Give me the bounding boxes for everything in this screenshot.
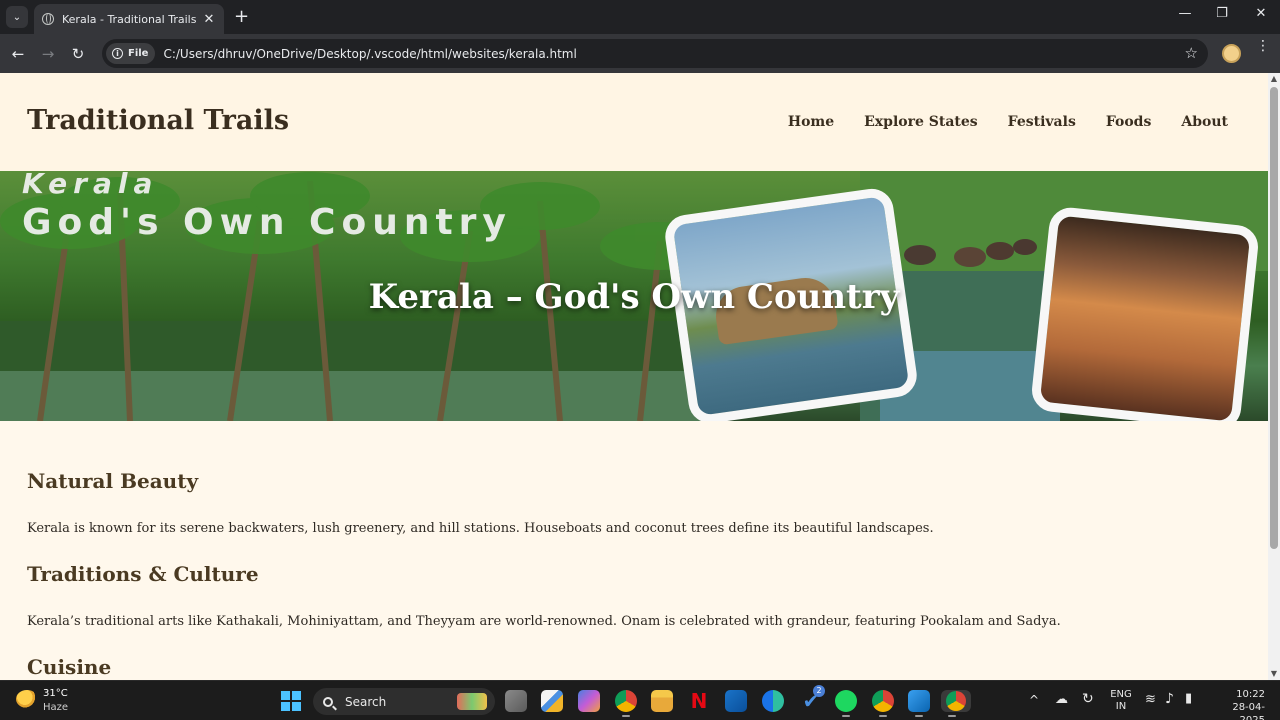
nav-explore-states[interactable]: Explore States <box>864 114 978 130</box>
site-header: Traditional Trails Home Explore States F… <box>0 73 1268 171</box>
nav-foods[interactable]: Foods <box>1106 114 1152 130</box>
spotify-icon[interactable] <box>835 690 857 717</box>
todo-badge: 2 <box>813 685 825 697</box>
section-heading-traditions: Traditions & Culture <box>27 562 259 586</box>
battery-icon[interactable]: ▮ <box>1185 691 1192 706</box>
chrome-icon[interactable] <box>615 690 637 717</box>
edge-icon[interactable] <box>762 690 784 712</box>
section-heading-cuisine: Cuisine <box>27 655 112 679</box>
hero-banner: Kerala God's Own Country Kerala – God's … <box>0 171 1268 421</box>
tab-search-icon[interactable]: ⌄ <box>6 6 28 28</box>
windows-taskbar: 31°C Haze Search N ✔ 2 ^ ☁ ↻ ENG IN ≋ ♪ ▮… <box>0 680 1280 720</box>
new-tab-button[interactable]: + <box>234 7 249 27</box>
system-clock[interactable]: 10:22 28-04-2025 <box>1208 688 1265 720</box>
elephants-illustration <box>904 239 1037 267</box>
browser-menu-icon[interactable]: ⋮ <box>1256 39 1270 53</box>
nav-festivals[interactable]: Festivals <box>1008 114 1076 130</box>
clock-time: 10:22 <box>1236 689 1265 700</box>
tray-overflow-chevron-icon[interactable]: ^ <box>1029 693 1039 707</box>
taskbar-search[interactable]: Search <box>313 688 495 715</box>
page-viewport: Traditional Trails Home Explore States F… <box>0 73 1268 680</box>
search-label: Search <box>345 694 387 709</box>
outlook-icon[interactable] <box>725 690 747 712</box>
language-code: ENG <box>1110 689 1132 700</box>
profile-avatar[interactable] <box>1222 44 1241 63</box>
scroll-thumb[interactable] <box>1270 87 1278 549</box>
nav-about[interactable]: About <box>1181 114 1228 130</box>
banner-line-2: God's Own Country <box>22 202 512 243</box>
refresh-tray-icon[interactable]: ↻ <box>1082 691 1094 707</box>
vscode-icon[interactable] <box>908 690 930 717</box>
hero-title: Kerala – God's Own Country <box>368 277 900 317</box>
file-explorer-icon[interactable] <box>651 690 673 712</box>
todo-icon[interactable]: ✔ 2 <box>800 685 825 712</box>
nav-home[interactable]: Home <box>788 114 834 130</box>
volume-icon[interactable]: ♪ <box>1165 691 1174 707</box>
language-region: IN <box>1115 701 1127 712</box>
browser-tab[interactable]: Kerala - Traditional Trails ✕ <box>34 4 224 34</box>
address-bar[interactable]: i File C:/Users/dhruv/OneDrive/Desktop/.… <box>102 39 1208 68</box>
chrome-active-window[interactable] <box>941 690 971 717</box>
browser-tab-strip: ⌄ Kerala - Traditional Trails ✕ + — ❐ ✕ <box>0 0 1280 34</box>
clock-date: 28-04-2025 <box>1232 702 1265 720</box>
browser-toolbar: ← → ↻ i File C:/Users/dhruv/OneDrive/Des… <box>0 34 1280 73</box>
search-highlight-icon <box>457 693 487 710</box>
banner-line-1: Kerala <box>22 171 159 200</box>
minimize-icon[interactable]: — <box>1175 6 1195 21</box>
reload-icon[interactable]: ↻ <box>68 44 88 64</box>
section-body-traditions: Kerala’s traditional arts like Kathakali… <box>27 614 1061 629</box>
site-nav: Home Explore States Festivals Foods Abou… <box>788 114 1228 130</box>
weather-description[interactable]: Haze <box>43 702 68 713</box>
tab-title: Kerala - Traditional Trails <box>62 12 197 26</box>
url-text[interactable]: C:/Users/dhruv/OneDrive/Desktop/.vscode/… <box>163 47 576 61</box>
scroll-down-arrow-icon[interactable]: ▼ <box>1270 670 1278 678</box>
back-icon[interactable]: ← <box>8 44 28 64</box>
cloud-sync-icon[interactable]: ☁ <box>1055 692 1068 707</box>
banner-overlay-text: Kerala God's Own Country <box>22 171 512 243</box>
section-body-natural-beauty: Kerala is known for its serene backwater… <box>27 521 934 536</box>
section-heading-natural-beauty: Natural Beauty <box>27 469 199 493</box>
site-logo[interactable]: Traditional Trails <box>27 105 289 136</box>
language-indicator[interactable]: ENG IN <box>1110 689 1132 713</box>
globe-icon <box>42 13 54 25</box>
file-label: File <box>128 48 149 59</box>
info-icon: i <box>112 48 123 59</box>
copilot-icon[interactable] <box>578 690 600 712</box>
bookmark-star-icon[interactable]: ☆ <box>1185 44 1198 62</box>
weather-icon[interactable] <box>16 690 38 708</box>
chrome-profile-icon[interactable] <box>872 690 894 717</box>
maximize-icon[interactable]: ❐ <box>1212 6 1232 21</box>
weather-temperature[interactable]: 31°C <box>43 688 68 699</box>
start-windows-icon[interactable] <box>281 691 301 711</box>
netflix-icon[interactable]: N <box>688 690 710 712</box>
microsoft-store-icon[interactable] <box>541 690 563 712</box>
window-close-icon[interactable]: ✕ <box>1251 6 1271 21</box>
chrome-active-icon <box>946 691 966 711</box>
scroll-up-arrow-icon[interactable]: ▲ <box>1270 75 1278 83</box>
page-scrollbar[interactable]: ▲ ▼ <box>1268 73 1280 680</box>
wifi-icon[interactable]: ≋ <box>1145 692 1156 707</box>
forward-icon[interactable]: → <box>38 44 58 64</box>
tab-close-icon[interactable]: ✕ <box>202 12 216 27</box>
site-info-chip[interactable]: i File <box>106 43 156 64</box>
search-icon <box>323 696 333 707</box>
task-view-icon[interactable] <box>505 690 527 712</box>
